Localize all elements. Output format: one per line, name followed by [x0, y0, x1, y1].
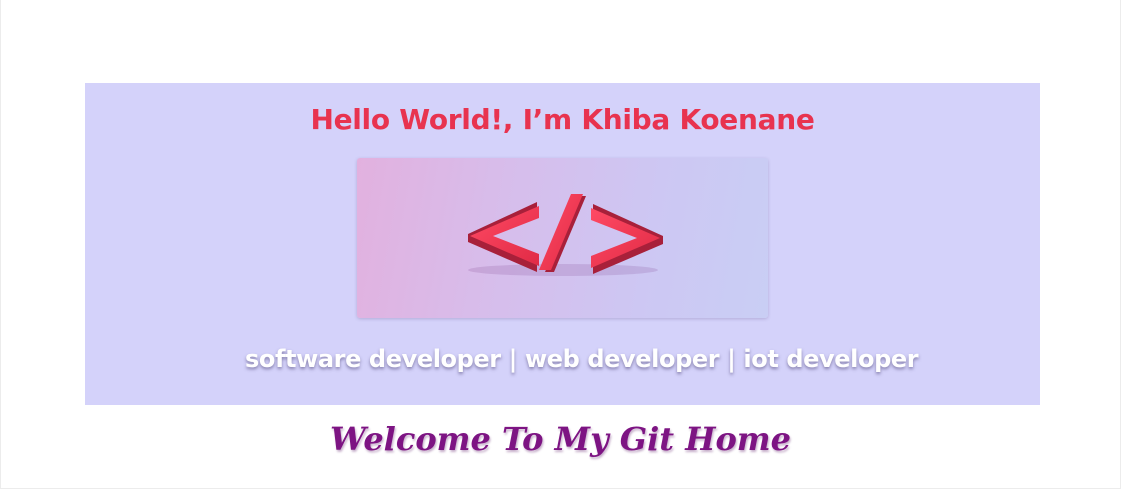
code-brackets-icon [468, 194, 663, 276]
hero-title: Hello World!, I’m Khiba Koenane [310, 103, 815, 136]
welcome-heading: Welcome To My Git Home [329, 420, 791, 458]
hero-banner: Hello World!, I’m Khiba Koenane software… [85, 83, 1040, 405]
hero-image [357, 158, 768, 318]
hero-roles: software developer | web developer | iot… [245, 345, 919, 373]
